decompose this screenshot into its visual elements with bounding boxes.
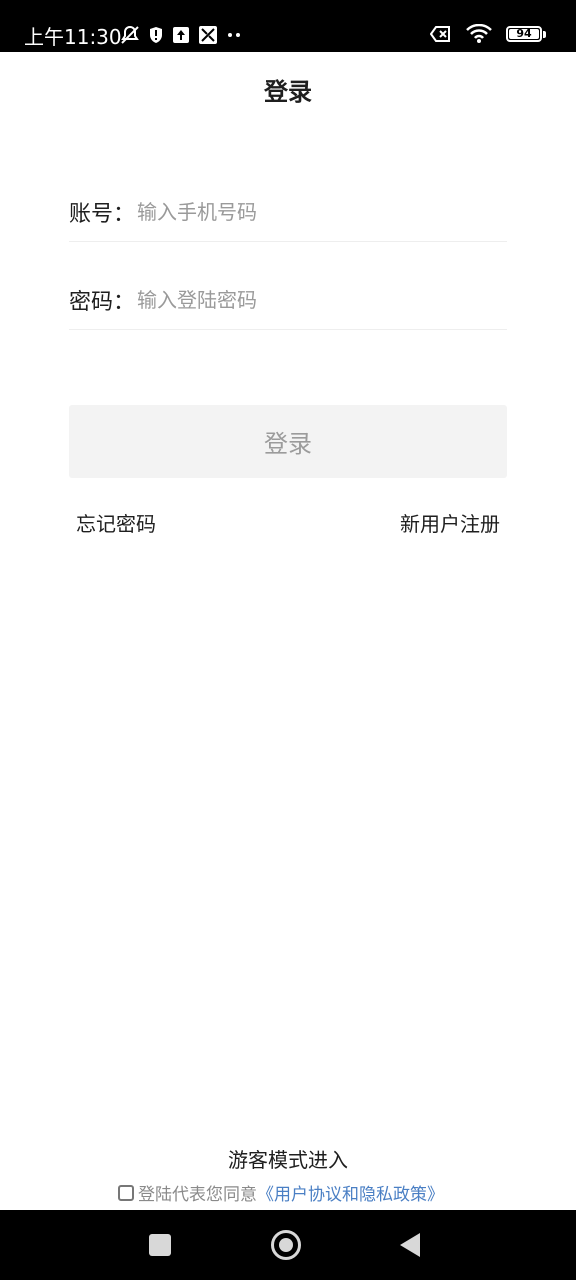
agreement-row: 登陆代表您同意 《用户协议和隐私政策》 [118,1180,444,1205]
status-icons-right: 94 [430,24,546,44]
shield-alert-icon [148,26,164,44]
battery-indicator: 94 [506,26,546,42]
password-row: 密码： [69,270,507,330]
wifi-icon [466,24,492,44]
navigation-bar [0,1210,576,1280]
login-button[interactable]: 登录 [69,405,507,478]
register-link[interactable]: 新用户注册 [400,508,500,537]
app-icon [198,25,218,45]
battery-level: 94 [516,27,532,40]
more-dots-icon [226,31,242,39]
upload-icon [172,26,190,44]
guest-mode-button[interactable]: 游客模式进入 [0,1144,576,1173]
account-input[interactable] [137,199,507,224]
password-input[interactable] [137,287,507,312]
muted-bell-icon [120,25,140,45]
home-icon[interactable] [271,1230,301,1260]
page-title: 登录 [264,78,312,106]
account-row: 账号： [69,182,507,242]
account-label: 账号： [69,201,136,227]
forgot-password-link[interactable]: 忘记密码 [76,508,156,537]
agreement-checkbox[interactable] [118,1184,134,1201]
back-icon[interactable] [400,1233,420,1257]
status-icons-left [120,25,242,45]
agreement-text: 登陆代表您同意 [138,1185,257,1205]
status-bar: 上午11:30 94 [0,0,576,52]
password-label: 密码： [69,289,136,315]
battery-icon: 94 [506,26,542,42]
recent-apps-icon[interactable] [149,1234,171,1256]
status-time: 上午11:30 [24,25,122,49]
agreement-link[interactable]: 《用户协议和隐私政策》 [257,1180,444,1205]
sim-off-icon [430,25,452,43]
